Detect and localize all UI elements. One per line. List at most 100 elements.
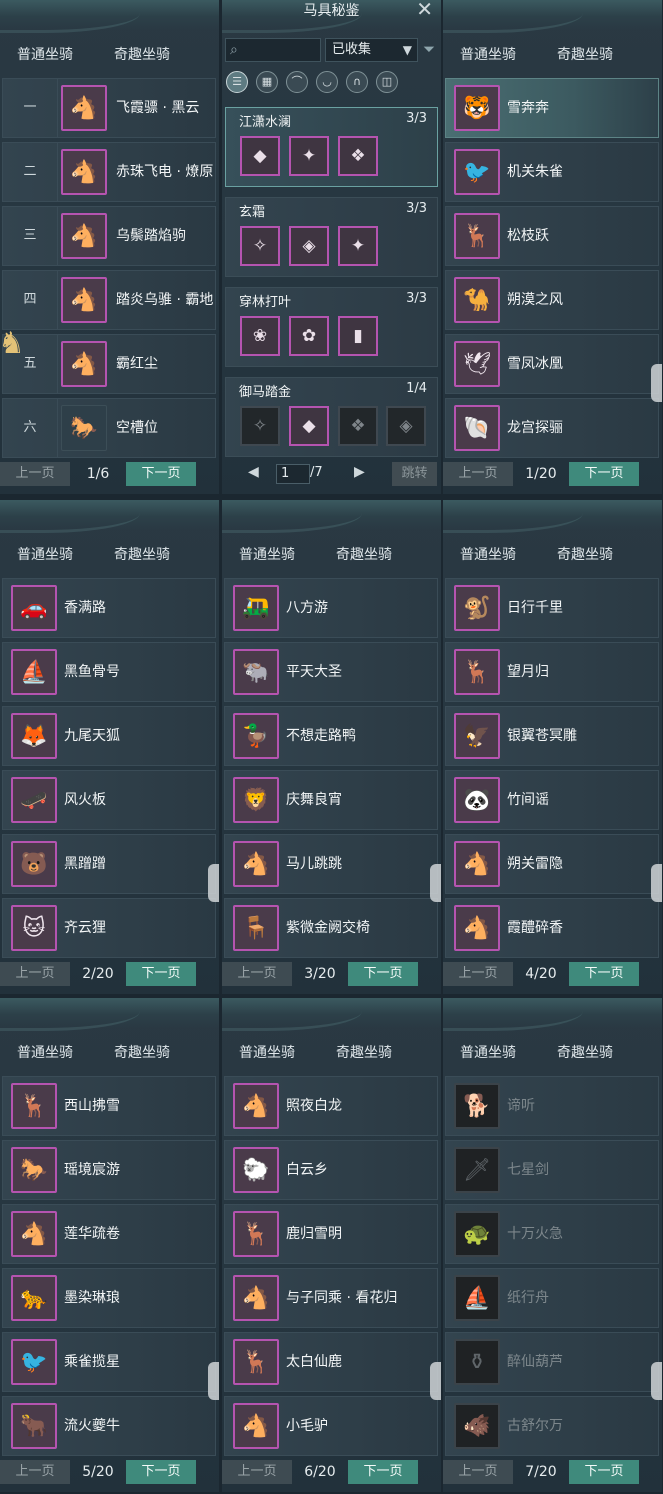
list-item[interactable]: 🦌 松枝跃 <box>445 206 659 266</box>
grid-view-icon[interactable]: ▦ <box>256 71 278 93</box>
list-item[interactable]: ⛵ 黑鱼骨号 <box>2 642 216 702</box>
side-scroll-handle[interactable] <box>651 864 662 902</box>
list-item[interactable]: 🐴 朔关雷隐 <box>445 834 659 894</box>
jump-button[interactable]: 跳转 <box>392 462 437 486</box>
prev-page-button[interactable]: 上一页 <box>222 1460 292 1484</box>
list-item[interactable]: 🦌 太白仙鹿 <box>224 1332 438 1392</box>
next-page-button[interactable]: 下一页 <box>126 1460 196 1484</box>
funnel-icon[interactable]: ⏷ <box>423 40 435 58</box>
set-card[interactable]: 穿林打叶 3/3 ❀ ✿ ▮ <box>225 287 438 367</box>
list-item[interactable]: ⛵ 纸行舟 <box>445 1268 659 1328</box>
list-item[interactable]: 六 🐎 空槽位 <box>2 398 216 458</box>
tab-fun-mounts[interactable]: 奇趣坐骑 <box>557 544 613 564</box>
next-page-button[interactable]: 下一页 <box>126 462 196 486</box>
stirrup-category-icon[interactable]: ◫ <box>376 71 398 93</box>
list-item[interactable]: 五 🐴 霸红尘 <box>2 334 216 394</box>
saddle-icon[interactable]: ✧ <box>240 226 280 266</box>
prev-page-button[interactable]: 上一页 <box>0 962 70 986</box>
next-page-button[interactable]: 下一页 <box>569 1460 639 1484</box>
prev-arrow-icon[interactable]: ◀ <box>248 464 259 480</box>
armor-icon[interactable]: ✦ <box>289 136 329 176</box>
tab-normal-mounts[interactable]: 普通坐骑 <box>460 544 516 564</box>
tab-fun-mounts[interactable]: 奇趣坐骑 <box>557 1042 613 1062</box>
helmet-icon[interactable]: ❖ <box>338 406 378 446</box>
list-item[interactable]: 🐼 竹间谣 <box>445 770 659 830</box>
tab-fun-mounts[interactable]: 奇趣坐骑 <box>336 1042 392 1062</box>
list-item[interactable]: 🐎 瑶境宸游 <box>2 1140 216 1200</box>
armor-category-icon[interactable]: ◡ <box>316 71 338 93</box>
saddle-icon[interactable]: ❀ <box>240 316 280 356</box>
tab-fun-mounts[interactable]: 奇趣坐骑 <box>114 1042 170 1062</box>
set-card[interactable]: 玄霜 3/3 ✧ ◈ ✦ <box>225 197 438 277</box>
stirrup-icon[interactable]: ◈ <box>386 406 426 446</box>
list-item[interactable]: ⚱ 醉仙葫芦 <box>445 1332 659 1392</box>
helmet-icon[interactable]: ▮ <box>338 316 378 356</box>
side-scroll-handle[interactable] <box>430 864 441 902</box>
next-page-button[interactable]: 下一页 <box>126 962 196 986</box>
list-item[interactable]: 🚗 香满路 <box>2 578 216 638</box>
list-item[interactable]: 🐦 乘雀揽星 <box>2 1332 216 1392</box>
tab-normal-mounts[interactable]: 普通坐骑 <box>17 1042 73 1062</box>
collected-filter-select[interactable]: 已收集 ▼ <box>325 38 418 62</box>
prev-page-button[interactable]: 上一页 <box>443 1460 513 1484</box>
tab-fun-mounts[interactable]: 奇趣坐骑 <box>114 44 170 64</box>
list-item[interactable]: 🕊 雪凤冰凰 <box>445 334 659 394</box>
saddle-icon[interactable]: ◆ <box>240 136 280 176</box>
set-card[interactable]: 江潇水澜 3/3 ◆ ✦ ❖ <box>225 107 438 187</box>
side-scroll-handle[interactable] <box>208 864 219 902</box>
next-page-button[interactable]: 下一页 <box>348 962 418 986</box>
side-scroll-handle[interactable] <box>651 1362 662 1400</box>
prev-page-button[interactable]: 上一页 <box>222 962 292 986</box>
tab-normal-mounts[interactable]: 普通坐骑 <box>17 44 73 64</box>
list-item[interactable]: 🗡 七星剑 <box>445 1140 659 1200</box>
set-card[interactable]: 御马踏金 1/4 ✧ ◆ ❖ ◈ <box>225 377 438 457</box>
list-item[interactable]: 🦌 望月归 <box>445 642 659 702</box>
list-item[interactable]: 🐗 古舒尔万 <box>445 1396 659 1456</box>
list-item[interactable]: 🐕 谛听 <box>445 1076 659 1136</box>
list-item[interactable]: 🐱 齐云狸 <box>2 898 216 958</box>
list-item[interactable]: 🐴 莲华疏卷 <box>2 1204 216 1264</box>
list-item[interactable]: 🦌 鹿归雪明 <box>224 1204 438 1264</box>
tab-normal-mounts[interactable]: 普通坐骑 <box>460 1042 516 1062</box>
next-page-button[interactable]: 下一页 <box>569 462 639 486</box>
list-item[interactable]: 🐴 与子同乘 · 看花归 <box>224 1268 438 1328</box>
list-item[interactable]: 🐃 平天大圣 <box>224 642 438 702</box>
list-item[interactable]: 一 🐴 飞霞骠 · 黑云 <box>2 78 216 138</box>
tab-fun-mounts[interactable]: 奇趣坐骑 <box>557 44 613 64</box>
list-item[interactable]: 四 🐴 踏炎乌骓 · 霸地 <box>2 270 216 330</box>
helmet-icon[interactable]: ✦ <box>338 226 378 266</box>
list-item[interactable]: 🦁 庆舞良宵 <box>224 770 438 830</box>
saddle-category-icon[interactable]: ⌒ <box>286 71 308 93</box>
list-item[interactable]: 🐴 马儿跳跳 <box>224 834 438 894</box>
tab-normal-mounts[interactable]: 普通坐骑 <box>239 1042 295 1062</box>
saddle-icon[interactable]: ✧ <box>240 406 280 446</box>
armor-icon[interactable]: ◆ <box>289 406 329 446</box>
tab-normal-mounts[interactable]: 普通坐骑 <box>17 544 73 564</box>
side-scroll-handle[interactable] <box>651 364 662 402</box>
prev-page-button[interactable]: 上一页 <box>0 1460 70 1484</box>
list-item[interactable]: 🐆 墨染琳琅 <box>2 1268 216 1328</box>
list-view-icon[interactable]: ☰ <box>226 71 248 93</box>
list-item[interactable]: 🦆 不想走路鸭 <box>224 706 438 766</box>
armor-icon[interactable]: ◈ <box>289 226 329 266</box>
armor-icon[interactable]: ✿ <box>289 316 329 356</box>
tab-fun-mounts[interactable]: 奇趣坐骑 <box>114 544 170 564</box>
list-item[interactable]: 🐚 龙宫探骊 <box>445 398 659 458</box>
list-item[interactable]: 🦌 西山拂雪 <box>2 1076 216 1136</box>
next-arrow-icon[interactable]: ▶ <box>354 464 365 480</box>
list-item[interactable]: 🐢 十万火急 <box>445 1204 659 1264</box>
side-scroll-handle[interactable] <box>208 1362 219 1400</box>
prev-page-button[interactable]: 上一页 <box>443 462 513 486</box>
list-item[interactable]: 三 🐴 乌鬃踏焰驹 <box>2 206 216 266</box>
page-number-input[interactable]: 1 <box>276 464 310 484</box>
list-item[interactable]: 🦅 银翼苍冥雕 <box>445 706 659 766</box>
list-item[interactable]: 🐴 小毛驴 <box>224 1396 438 1456</box>
list-item[interactable]: 🛺 八方游 <box>224 578 438 638</box>
list-item[interactable]: 二 🐴 赤珠飞电 · 燎原 <box>2 142 216 202</box>
prev-page-button[interactable]: 上一页 <box>0 462 70 486</box>
next-page-button[interactable]: 下一页 <box>569 962 639 986</box>
close-icon[interactable]: ✕ <box>416 0 433 21</box>
side-scroll-handle[interactable] <box>430 1362 441 1400</box>
list-item[interactable]: 🛹 风火板 <box>2 770 216 830</box>
list-item[interactable]: 🐯 雪奔奔 <box>445 78 659 138</box>
